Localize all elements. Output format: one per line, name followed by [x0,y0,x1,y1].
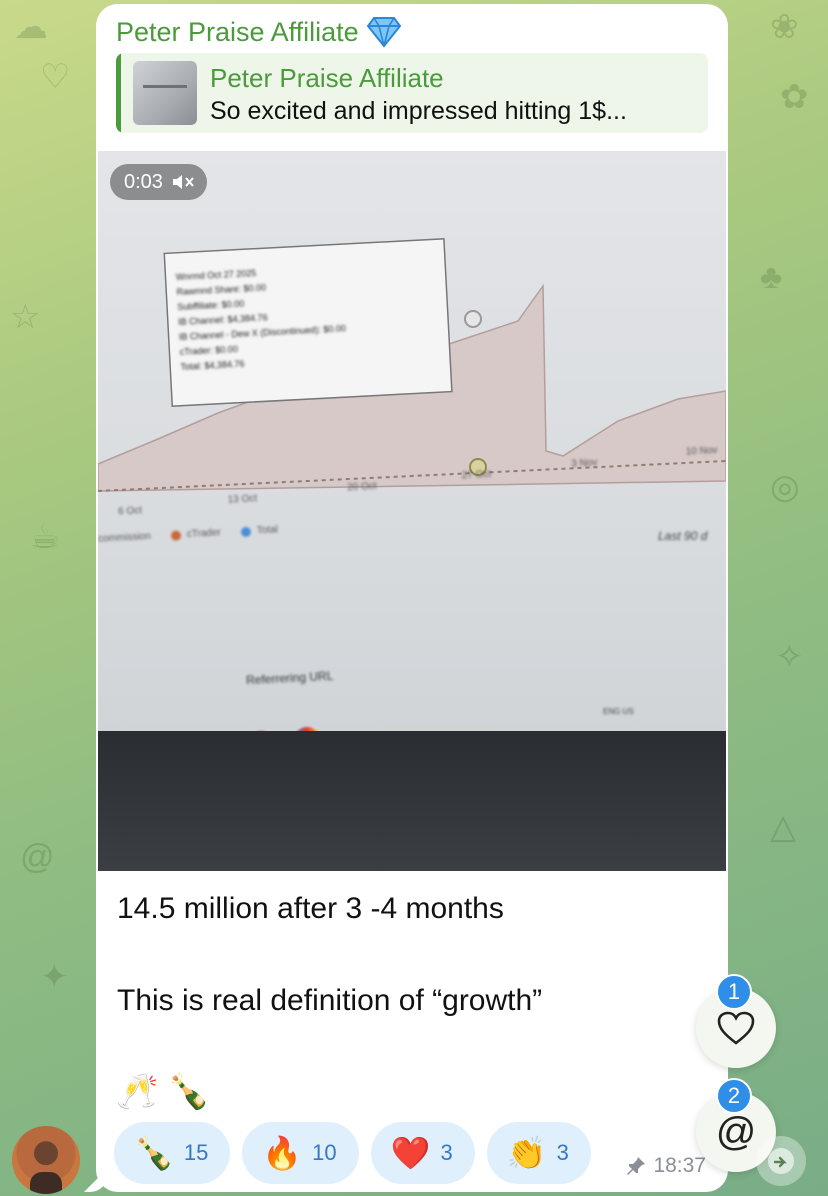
laptop-bezel [98,731,726,871]
message-meta: 18:37 [625,1154,706,1178]
language-indicator: ENG US [603,707,634,716]
legend-item: Total [240,524,279,537]
reaction-count: 3 [440,1140,453,1165]
message-emojis: 🥂 🍾 [116,1073,211,1111]
sender-name[interactable]: Peter Praise Affiliate [116,16,401,48]
reaction-fire[interactable]: 🔥 10 [242,1122,359,1184]
forward-arrow-icon [768,1148,794,1174]
x-tick: 27 Oct [461,468,492,482]
chart-tooltip: Wnrmd Oct 27 2025 Rawmnd Share: $0.00 Su… [175,256,450,375]
reply-snippet: So excited and impressed hitting 1$... [210,97,627,125]
x-tick: 6 Oct [117,505,143,518]
strawberry-doodle-icon: ♣ [760,258,783,296]
legend-label: Total [256,524,279,537]
champagne-icon: 🍾 [134,1135,174,1171]
message-text-line2: This is real definition of “growth” [117,984,543,1017]
x-tick: 10 Nov [685,444,718,458]
avatar[interactable] [12,1126,80,1194]
muted-speaker-icon[interactable] [171,173,195,191]
x-tick: 20 Oct [346,480,377,494]
reactions-row: 🍾 15 🔥 10 ❤️ 3 👏 3 [114,1122,591,1184]
pizza-doodle-icon: △ [770,808,797,846]
reaction-count: 15 [183,1140,209,1165]
pin-icon [627,1157,646,1175]
heart-icon: ❤️ [390,1135,431,1171]
cup-doodle-icon: ☕ [30,518,61,556]
cookie-doodle-icon: ☁ [14,8,48,46]
reaction-heart[interactable]: ❤️ 3 [370,1122,475,1184]
reaction-count: 3 [556,1140,569,1165]
message-text-line1: 14.5 million after 3 -4 months [117,892,504,925]
star-doodle-icon: ✧ [775,638,804,676]
fire-icon: 🔥 [262,1135,303,1171]
reply-thumbnail [133,61,197,125]
at-sign-icon: @ [715,1109,757,1154]
message-time: 18:37 [653,1154,706,1177]
share-button[interactable] [756,1136,806,1186]
reply-quote[interactable]: Peter Praise Affiliate So excited and im… [116,53,708,133]
heart-outline-icon [717,1011,755,1045]
video-attachment[interactable]: Wnrmd Oct 27 2025 Rawmnd Share: $0.00 Su… [98,151,726,871]
reaction-count: 10 [312,1140,337,1165]
reply-accent-bar [116,53,121,133]
reactions-badge: 1 [716,974,752,1010]
video-duration: 0:03 [124,170,163,193]
mentions-badge: 2 [716,1078,752,1114]
premium-diamond-icon [366,17,401,48]
reactions-jump-button[interactable]: 1 [696,974,776,1068]
star-doodle-icon: ☆ [10,298,41,336]
reaction-champagne[interactable]: 🍾 15 [114,1122,231,1184]
sender-label[interactable]: Peter Praise Affiliate [116,17,359,48]
heart-doodle-icon: ♡ [40,58,71,96]
reply-sender-name: Peter Praise Affiliate [210,63,444,93]
reaction-clap[interactable]: 👏 3 [486,1122,591,1184]
paw-doodle-icon: ✿ [780,78,809,116]
x-tick: 13 Oct [227,493,258,506]
clapping-hands-icon: 👏 [506,1135,547,1171]
x-tick: 3 Nov [570,457,598,470]
duck-doodle-icon: ❀ [770,8,799,46]
spiral-doodle-icon: @ [20,838,55,876]
balloon-doodle-icon: ◎ [770,468,800,506]
range-label: Last 90 d [658,529,708,543]
legend-label: cTrader [186,527,222,541]
star-doodle-icon: ✦ [40,958,69,996]
video-duration-pill[interactable]: 0:03 [110,164,207,200]
message-bubble[interactable]: Peter Praise Affiliate Peter Praise Affi… [96,4,728,1192]
